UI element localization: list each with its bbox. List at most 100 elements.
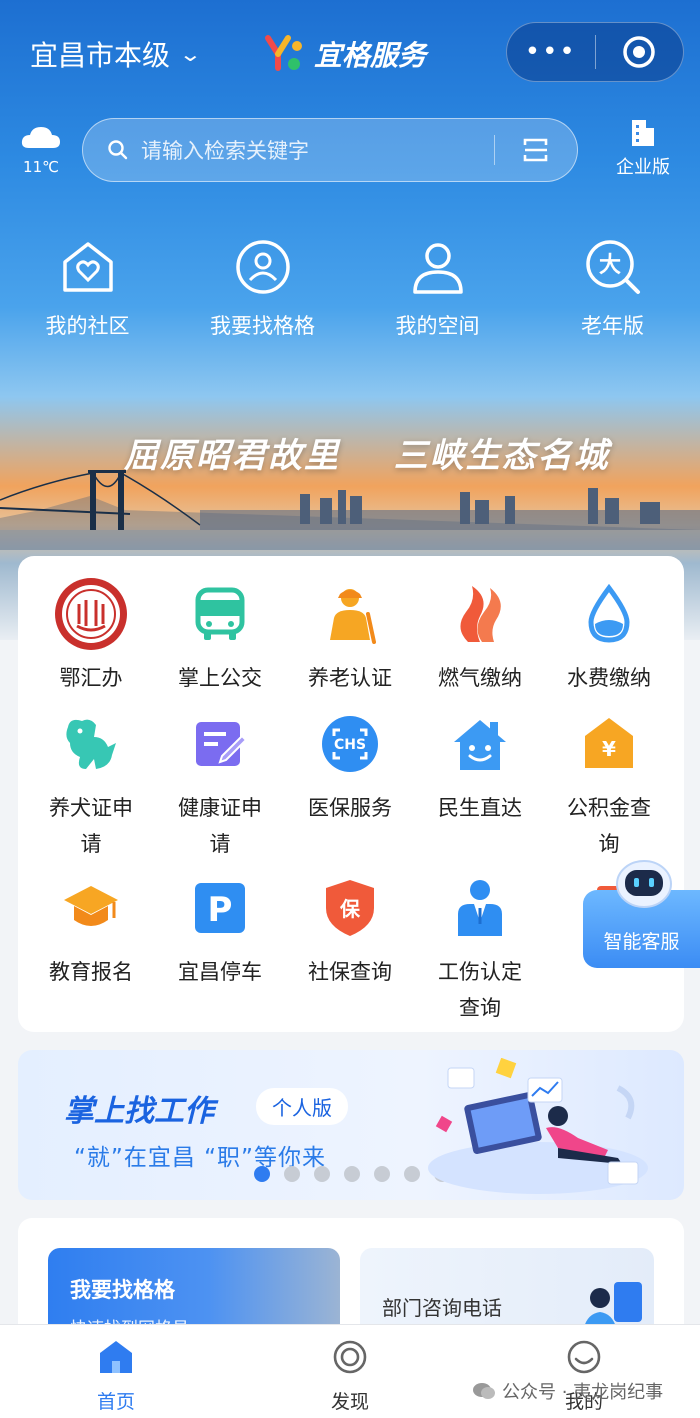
carousel-dot[interactable] [284, 1166, 300, 1182]
slogan-right: 三峡生态名城 [393, 436, 610, 476]
discover-icon [333, 1340, 367, 1374]
service-label: 社保查询 [308, 960, 392, 984]
scan-button[interactable] [495, 136, 577, 164]
weather-widget[interactable]: 11℃ [18, 122, 64, 176]
person-icon [412, 243, 463, 294]
service-work-injury[interactable]: 工伤认定查询 [415, 870, 545, 1026]
service-label: 工伤认定查询 [438, 960, 522, 1020]
house-smile-icon [454, 720, 506, 770]
brand-logo: 宜格服务 [264, 34, 426, 74]
feature-cards: 我要找格格 快速找到网格员 部门咨询电话 [18, 1218, 684, 1328]
elderly-mode-icon: 大 [585, 240, 640, 294]
entry-label: 我的空间 [395, 314, 480, 338]
nav-home[interactable]: 首页 [56, 1339, 176, 1414]
service-livelihood[interactable]: 民生直达 [415, 706, 545, 826]
chevron-down-icon: ⌄ [178, 42, 203, 66]
entry-label: 老年版 [581, 314, 644, 338]
carousel-dot[interactable] [344, 1166, 360, 1182]
robot-icon [616, 860, 672, 908]
service-gas[interactable]: 燃气缴纳 [415, 576, 545, 696]
home-icon [100, 1341, 132, 1373]
city-skyline-image [0, 470, 700, 550]
carousel-dot[interactable] [374, 1166, 390, 1182]
find-grid-icon [235, 240, 290, 294]
fund-house-icon: ¥ [585, 718, 633, 768]
svg-text:P: P [208, 890, 233, 930]
service-parking[interactable]: P 宜昌停车 [155, 870, 285, 990]
service-health-card[interactable]: 健康证申请 [155, 706, 285, 862]
community-icon [62, 242, 113, 292]
building-icon [632, 120, 654, 146]
health-card-icon [196, 722, 248, 766]
find-grid-card[interactable]: 我要找格格 快速找到网格员 [48, 1248, 340, 1328]
service-label: 养老认证 [308, 666, 392, 690]
entry-label: 我的社区 [45, 314, 130, 338]
nav-discover[interactable]: 发现 [290, 1339, 410, 1414]
dept-phone-card[interactable]: 部门咨询电话 [360, 1248, 654, 1328]
enterprise-version-button[interactable]: 企业版 [606, 116, 680, 179]
watermark-text: 公众号 · 夷龙岗纪事 [502, 1382, 664, 1403]
social-security-icon: 保 [326, 880, 374, 936]
search-icon [108, 140, 128, 160]
smart-assistant-button[interactable]: 智能客服 [583, 858, 700, 970]
service-label: 公积金查询 [567, 796, 651, 856]
entry-my-space[interactable]: 我的空间 [350, 238, 525, 340]
svg-text:¥: ¥ [602, 737, 616, 761]
service-label: 教育报名 [49, 960, 133, 984]
svg-text:大: 大 [598, 253, 620, 278]
ehuiban-logo-icon [55, 578, 127, 650]
worker-icon [458, 880, 502, 936]
service-label: 掌上公交 [178, 666, 262, 690]
entry-my-community[interactable]: 我的社区 [0, 238, 175, 340]
mini-program-capsule: ••• [506, 22, 684, 82]
elderly-icon [330, 589, 376, 644]
service-medical-insurance[interactable]: CHS 医保服务 [285, 706, 415, 826]
carousel-dot[interactable] [314, 1166, 330, 1182]
find-card-title: 我要找格格 [70, 1278, 175, 1302]
service-provident-fund[interactable]: ¥ 公积金查询 [544, 706, 674, 862]
smile-icon [567, 1340, 601, 1374]
cloud-icon [21, 127, 60, 148]
city-label: 宜昌市本级 [30, 39, 171, 72]
entry-elderly-mode[interactable]: 大 老年版 [525, 238, 700, 340]
chs-icon: CHS [322, 716, 378, 772]
water-drop-icon [588, 584, 630, 643]
service-elderly-auth[interactable]: 养老认证 [285, 576, 415, 696]
search-input[interactable]: 请输入检索关键字 [141, 135, 494, 165]
service-label: 鄂汇办 [59, 666, 123, 690]
service-water[interactable]: 水费缴纳 [544, 576, 674, 696]
parking-icon: P [195, 883, 245, 933]
dog-icon [66, 719, 116, 769]
dept-card-title: 部门咨询电话 [382, 1296, 502, 1320]
entry-label: 我要找格格 [210, 314, 315, 338]
bus-icon [195, 587, 245, 640]
job-banner-tag: 个人版 [256, 1088, 348, 1125]
service-ehuiban[interactable]: 鄂汇办 [26, 576, 156, 696]
enterprise-label: 企业版 [616, 157, 670, 178]
close-program-button[interactable] [596, 34, 684, 70]
nav-label: 发现 [330, 1391, 369, 1413]
more-button[interactable]: ••• [507, 37, 595, 67]
service-label: 养犬证申请 [49, 796, 133, 856]
wechat-watermark: 公众号 · 夷龙岗纪事 [472, 1378, 663, 1404]
service-bus[interactable]: 掌上公交 [155, 576, 285, 696]
job-banner-title: 掌上找工作 [64, 1094, 214, 1129]
service-dog-license[interactable]: 养犬证申请 [26, 706, 156, 862]
service-education[interactable]: 教育报名 [26, 870, 156, 990]
service-label: 医保服务 [308, 796, 392, 820]
carousel-dot[interactable] [254, 1166, 270, 1182]
quick-entries: 我的社区 我要找格格 我的空间 大 老年版 [0, 238, 700, 340]
search-bar[interactable]: 请输入检索关键字 [82, 118, 578, 182]
temperature: 11℃ [23, 158, 59, 176]
entry-find-grid[interactable]: 我要找格格 [175, 238, 350, 340]
service-social-security[interactable]: 保 社保查询 [285, 870, 415, 990]
job-illustration [428, 1058, 648, 1194]
city-selector[interactable]: 宜昌市本级 ⌄ [30, 34, 203, 74]
wechat-icon [473, 1383, 495, 1399]
target-icon [623, 36, 655, 68]
brand-name: 宜格服务 [314, 39, 427, 72]
brand-logo-icon [265, 35, 302, 71]
service-label: 民生直达 [438, 796, 522, 820]
job-search-banner[interactable]: 掌上找工作 个人版 “就”在宜昌 “职”等你来 [18, 1050, 684, 1200]
service-label: 宜昌停车 [178, 960, 262, 984]
